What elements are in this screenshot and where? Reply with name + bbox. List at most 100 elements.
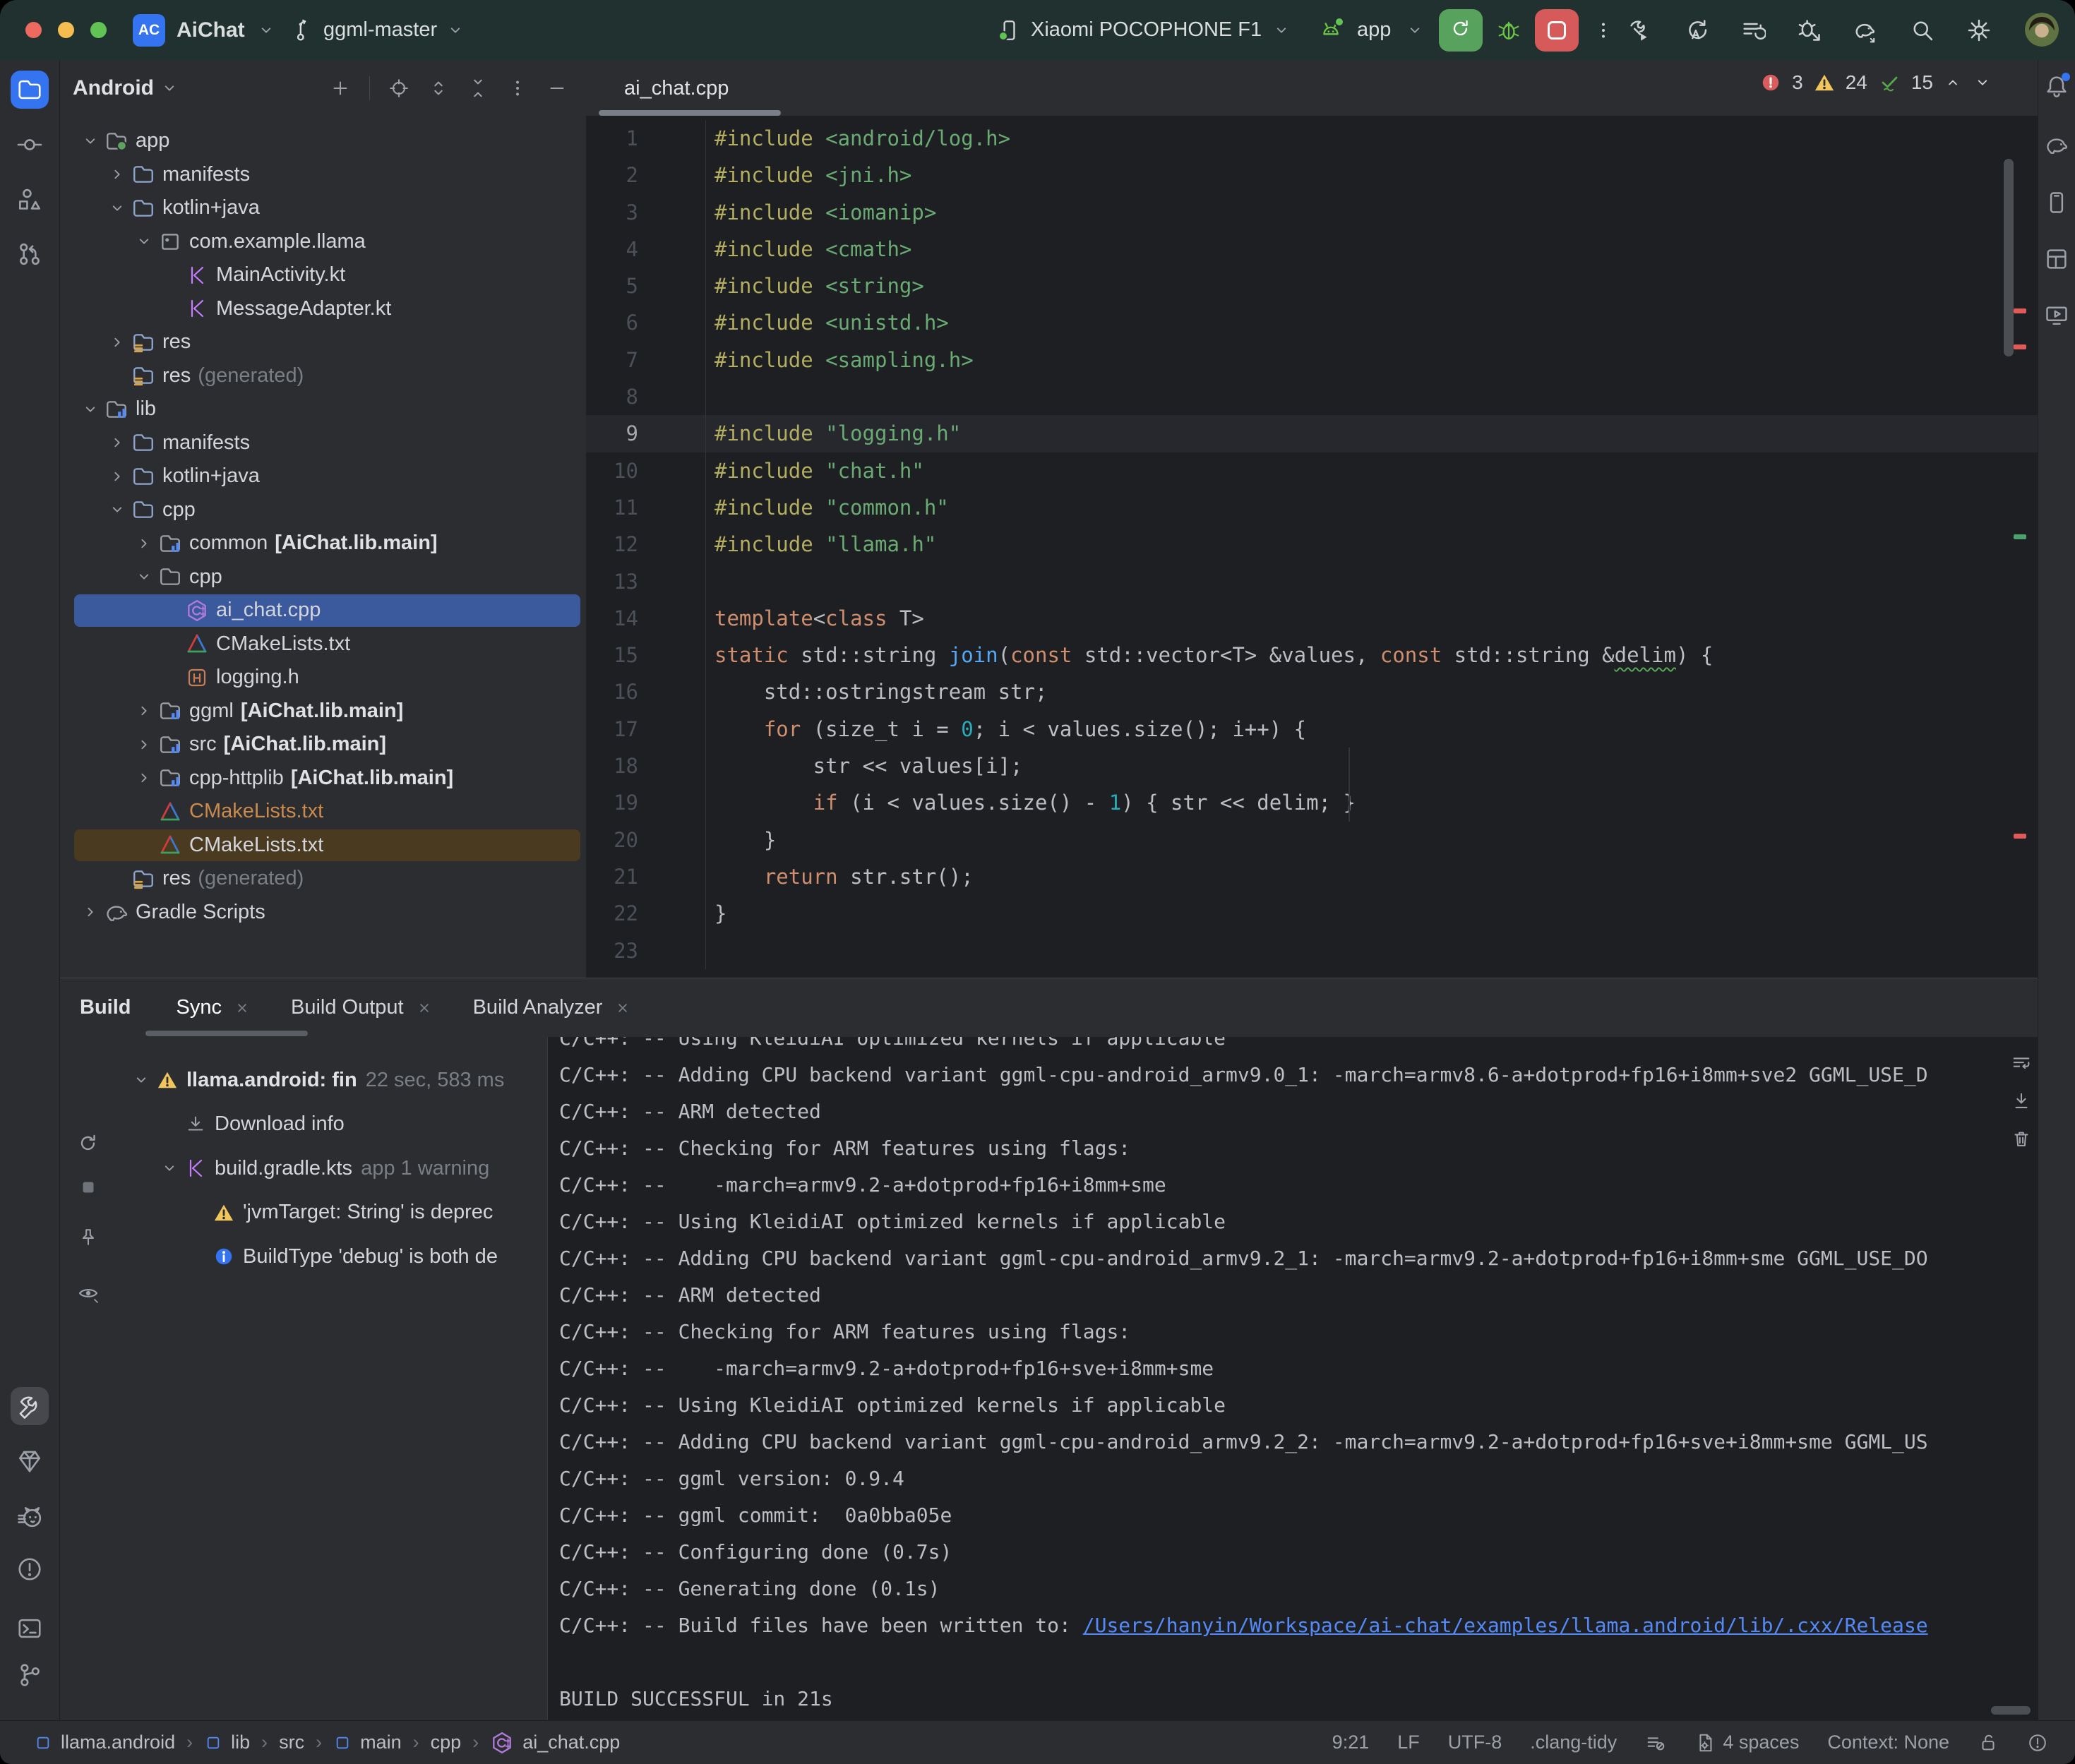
rerun-button[interactable] (1439, 9, 1483, 52)
branch-name[interactable]: ggml-master (323, 18, 437, 42)
status-item-highlight-level[interactable] (1645, 1732, 1666, 1753)
code-line-6[interactable]: 6#include <unistd.h> (586, 304, 2038, 341)
build-tree-item[interactable]: llama.android: fin22 sec, 583 ms (116, 1058, 547, 1103)
code-line-11[interactable]: 11#include "common.h" (586, 489, 2038, 526)
stop-button[interactable] (1535, 9, 1579, 52)
chevron-down-icon[interactable] (77, 131, 104, 151)
error-stripe-mark[interactable] (2014, 344, 2026, 349)
build-tree-item[interactable]: Download info (116, 1103, 547, 1147)
breadcrumb-item[interactable]: src (279, 1732, 304, 1753)
chev-down-icon[interactable] (1973, 73, 1992, 92)
close-icon[interactable] (614, 999, 632, 1017)
editor-tab[interactable]: ai_chat.cpp (599, 60, 754, 116)
problems-icon[interactable] (16, 1556, 43, 1583)
commit-icon[interactable] (16, 131, 43, 158)
code-line-17[interactable]: 17 for (size_t i = 0; i < values.size();… (586, 711, 2038, 748)
notifications-icon[interactable] (2044, 73, 2069, 99)
error-stripe-mark[interactable] (2014, 308, 2026, 313)
zoom-window-button[interactable] (90, 22, 107, 38)
chevron-down-icon[interactable] (104, 198, 131, 218)
build-icon[interactable] (11, 1387, 49, 1425)
stop-square-icon[interactable] (78, 1177, 99, 1198)
code-line-1[interactable]: 1#include <android/log.h> (586, 120, 2038, 157)
status-item-9-21[interactable]: 9:21 (1332, 1732, 1370, 1753)
build-variants-icon[interactable] (1740, 18, 1766, 43)
status-item-context-none[interactable]: Context: None (1827, 1732, 1949, 1753)
status-item-4-spaces[interactable]: 4 spaces (1694, 1732, 1799, 1753)
project-view-selector[interactable]: Android (73, 76, 154, 100)
code-line-23[interactable]: 23 (586, 932, 2038, 969)
code-line-3[interactable]: 3#include <iomanip> (586, 194, 2038, 231)
more-icon[interactable] (507, 78, 528, 99)
close-icon[interactable] (233, 999, 251, 1017)
chevron-down-icon[interactable] (1405, 20, 1425, 40)
code-line-10[interactable]: 10#include "chat.h" (586, 452, 2038, 489)
device-selector[interactable]: Xiaomi POCOPHONE F1 (997, 0, 1291, 60)
tree-item-res[interactable]: res(generated) (60, 359, 586, 393)
chevron-right-icon[interactable] (131, 735, 157, 755)
tree-item-kotlin-java[interactable]: kotlin+java (60, 191, 586, 225)
version-control-icon[interactable] (16, 1662, 43, 1688)
code-line-9[interactable]: 9#include "logging.h" (586, 415, 2038, 452)
code-line-20[interactable]: 20 } (586, 822, 2038, 858)
tree-item-cpp[interactable]: cpp (60, 493, 586, 527)
minimize-window-button[interactable] (58, 22, 74, 38)
tree-item-res[interactable]: res (60, 325, 586, 359)
rerun-icon[interactable] (76, 1131, 100, 1155)
inspection-warnings-count[interactable]: 24 (1846, 71, 1867, 94)
soft-wrap-icon[interactable] (2011, 1052, 2032, 1074)
tree-item-cpp-httplib[interactable]: cpp-httplib[AiChat.lib.main] (60, 762, 586, 796)
tree-item-cmakelists-txt[interactable]: CMakeLists.txt (60, 628, 586, 661)
breadcrumb-item[interactable]: main (333, 1732, 402, 1753)
filter-eye-icon[interactable] (77, 1282, 100, 1304)
breadcrumb-item[interactable]: ai_chat.cpp (490, 1731, 620, 1755)
tree-item-com-example-llama[interactable]: com.example.llama (60, 225, 586, 259)
running-devices-icon[interactable] (2044, 303, 2069, 328)
chevron-down-icon[interactable] (446, 20, 465, 40)
status-item-unlock[interactable] (1978, 1732, 1999, 1753)
tree-item-cmakelists-txt[interactable]: CMakeLists.txt (60, 795, 586, 829)
build-tab-build-output[interactable]: Build Output (271, 978, 453, 1037)
project-icon[interactable] (11, 71, 49, 109)
close-icon[interactable] (415, 999, 433, 1017)
tree-item-ggml[interactable]: ggml[AiChat.lib.main] (60, 695, 586, 728)
breadcrumb-item[interactable]: lib (204, 1732, 250, 1753)
status-item--clang-tidy[interactable]: .clang-tidy (1530, 1732, 1617, 1753)
debug-icon[interactable] (1497, 18, 1521, 42)
chevron-right-icon[interactable] (131, 701, 157, 721)
tree-item-cmakelists-txt[interactable]: CMakeLists.txt (60, 829, 586, 863)
search-everywhere-icon[interactable] (1910, 18, 1935, 43)
apply-changes-icon[interactable] (1684, 18, 1709, 43)
clear-all-icon[interactable] (2011, 1129, 2032, 1150)
tree-item-mainactivity-kt[interactable]: MainActivity.kt (60, 258, 586, 292)
hide-icon[interactable] (546, 78, 568, 99)
code-line-21[interactable]: 21 return str.str(); (586, 858, 2038, 895)
code-line-7[interactable]: 7#include <sampling.h> (586, 342, 2038, 378)
layout-inspector-icon[interactable] (2044, 246, 2069, 272)
user-avatar[interactable] (2025, 13, 2059, 47)
code-line-19[interactable]: 19 if (i < values.size() - 1) { str << d… (586, 784, 2038, 821)
pull-requests-icon[interactable] (16, 241, 43, 268)
status-item-lf[interactable]: LF (1397, 1732, 1420, 1753)
status-item-utf-8[interactable]: UTF-8 (1448, 1732, 1502, 1753)
vcs-stripe-mark[interactable] (2014, 534, 2026, 539)
chevron-down-icon[interactable] (131, 567, 157, 587)
build-tree-item[interactable]: BuildType 'debug' is both de (116, 1235, 547, 1279)
tree-item-manifests[interactable]: manifests (60, 158, 586, 192)
code-editor[interactable]: 1#include <android/log.h>2#include <jni.… (586, 120, 2038, 969)
build-tree-item[interactable]: build.gradle.ktsapp 1 warning (116, 1146, 547, 1191)
attach-debugger-icon[interactable] (1797, 18, 1822, 43)
chevron-down-icon[interactable] (131, 232, 157, 251)
locate-icon[interactable] (388, 78, 409, 99)
settings-icon[interactable] (1966, 18, 1992, 43)
device-manager-icon[interactable] (2044, 190, 2069, 215)
build-tree-item[interactable]: 'jvmTarget: String' is deprec (116, 1191, 547, 1235)
code-line-8[interactable]: 8 (586, 378, 2038, 415)
close-window-button[interactable] (25, 22, 42, 38)
chevron-right-icon[interactable] (104, 433, 131, 452)
chev-up-icon[interactable] (1944, 73, 1962, 92)
chevron-down-icon[interactable] (128, 1070, 155, 1090)
structure-icon[interactable] (16, 186, 43, 213)
status-item-error-circle[interactable] (2027, 1732, 2048, 1753)
chevron-right-icon[interactable] (104, 332, 131, 352)
